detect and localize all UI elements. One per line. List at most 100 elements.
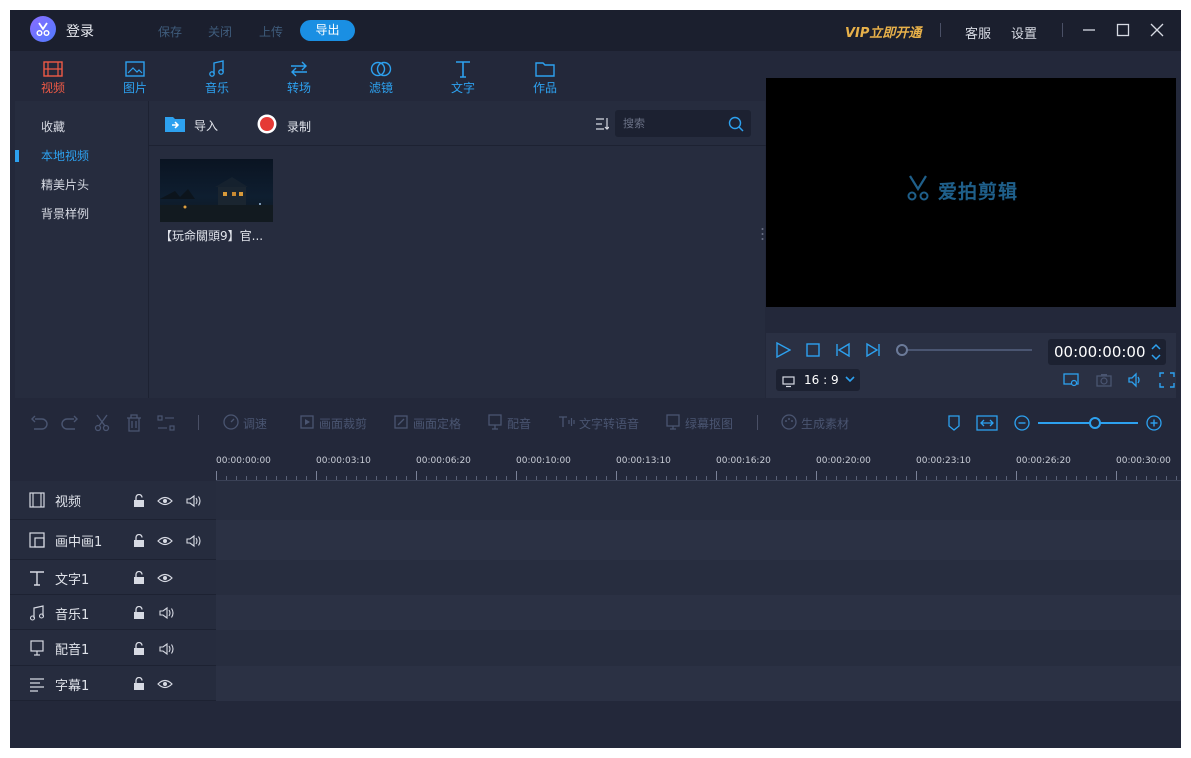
ruler-minor-tick <box>1146 476 1147 480</box>
track-header-music[interactable]: 音乐1 <box>10 595 216 630</box>
cut-icon[interactable] <box>93 414 111 432</box>
freeze-tool-button[interactable]: 画面定格 <box>393 413 461 433</box>
track-header-subtitle[interactable]: 字幕1 <box>10 666 216 701</box>
track-lane-pip[interactable] <box>216 520 1181 560</box>
nav-item-intros[interactable]: 精美片头 <box>41 176 89 193</box>
ruler-minor-tick <box>1176 476 1177 480</box>
speaker-icon[interactable] <box>159 605 175 621</box>
aspect-ratio-select[interactable]: 16 : 9 <box>776 369 860 391</box>
ruler-minor-tick <box>886 476 887 480</box>
tab-works[interactable]: 作品 <box>520 60 570 96</box>
track-lane-video[interactable] <box>216 481 1181 520</box>
eye-icon[interactable] <box>157 533 173 549</box>
lock-icon[interactable] <box>131 676 147 692</box>
crop-tool-button[interactable]: 画面裁剪 <box>299 413 367 433</box>
save-menu[interactable]: 保存 <box>158 23 182 40</box>
video-thumbnail[interactable] <box>160 159 273 222</box>
thumbnail-caption: 【玩命關頭9】官... <box>160 229 264 243</box>
track-lane-dubbing[interactable] <box>216 630 1181 666</box>
tab-filter[interactable]: 滤镜 <box>356 60 406 96</box>
eye-icon[interactable] <box>157 493 173 509</box>
zoom-slider-handle[interactable] <box>1089 417 1101 429</box>
login-link[interactable]: 登录 <box>66 21 94 41</box>
ruler-minor-tick <box>386 476 387 480</box>
speaker-icon[interactable] <box>186 493 202 509</box>
tab-video[interactable]: 视频 <box>28 60 78 96</box>
fit-timeline-icon[interactable] <box>975 414 999 432</box>
seek-handle[interactable] <box>896 344 908 356</box>
nav-item-local-video[interactable]: 本地视频 <box>41 147 89 164</box>
export-button[interactable]: 导出 <box>300 20 355 41</box>
tab-text[interactable]: 文字 <box>438 60 488 96</box>
close-icon[interactable] <box>1147 20 1167 40</box>
delete-icon[interactable] <box>125 414 143 432</box>
zoom-out-icon[interactable] <box>1013 414 1031 432</box>
snapshot-icon[interactable] <box>1095 371 1113 389</box>
image-icon <box>110 60 160 78</box>
ruler-minor-tick <box>1086 476 1087 480</box>
speaker-icon[interactable] <box>186 533 202 549</box>
settings-link[interactable]: 设置 <box>1011 23 1037 42</box>
prev-frame-icon[interactable] <box>834 341 852 359</box>
search-icon[interactable] <box>728 116 744 136</box>
zoom-in-icon[interactable] <box>1145 414 1163 432</box>
track-header-text[interactable]: 文字1 <box>10 560 216 595</box>
timecode-spinner-icon[interactable] <box>1150 342 1162 370</box>
next-frame-icon[interactable] <box>864 341 882 359</box>
lock-icon[interactable] <box>131 641 147 657</box>
fullscreen-icon[interactable] <box>1158 371 1176 389</box>
ruler-minor-tick <box>266 476 267 480</box>
ruler-corner <box>10 443 216 481</box>
record-button[interactable]: 录制 <box>257 114 311 138</box>
screen-settings-icon[interactable] <box>1062 371 1080 389</box>
maximize-icon[interactable] <box>1113 20 1133 40</box>
lock-icon[interactable] <box>131 533 147 549</box>
eye-icon[interactable] <box>157 570 173 586</box>
panel-resize-handle[interactable] <box>761 226 764 245</box>
track-header-pip[interactable]: 画中画1 <box>10 520 216 560</box>
search-input[interactable] <box>623 115 723 132</box>
close-menu[interactable]: 关闭 <box>208 23 232 40</box>
tab-image[interactable]: 图片 <box>110 60 160 96</box>
volume-icon[interactable] <box>1126 371 1144 389</box>
nav-item-favorites[interactable]: 收藏 <box>41 118 65 135</box>
service-link[interactable]: 客服 <box>965 23 991 42</box>
track-name: 字幕1 <box>55 679 90 694</box>
vip-link[interactable]: VIP立即开通 <box>845 22 921 41</box>
undo-icon[interactable] <box>30 414 48 432</box>
speed-tool-button[interactable]: 调速 <box>223 413 267 433</box>
track-lane-subtitle[interactable] <box>216 666 1181 701</box>
eye-icon[interactable] <box>157 676 173 692</box>
dubbing-tool-button[interactable]: 配音 <box>487 413 531 433</box>
marker-icon[interactable] <box>945 414 963 432</box>
split-tracks-icon[interactable] <box>157 414 175 432</box>
tab-transition[interactable]: 转场 <box>274 60 324 96</box>
nav-item-backgrounds[interactable]: 背景样例 <box>41 205 89 222</box>
minimize-icon[interactable] <box>1079 20 1099 40</box>
track-lane-music[interactable] <box>216 595 1181 630</box>
tts-tool-button[interactable]: 文字转语音 <box>557 413 639 433</box>
tab-music[interactable]: 音乐 <box>192 60 242 96</box>
speaker-icon[interactable] <box>159 641 175 657</box>
upload-menu[interactable]: 上传 <box>259 23 283 40</box>
stop-icon[interactable] <box>804 341 822 359</box>
track-lane-text[interactable] <box>216 560 1181 595</box>
lock-icon[interactable] <box>131 570 147 586</box>
seek-bar[interactable] <box>898 349 1032 351</box>
timecode-display[interactable]: 00:00:00:00 <box>1048 339 1166 365</box>
track-header-video[interactable]: 视频 <box>10 481 216 520</box>
lock-icon[interactable] <box>131 493 147 509</box>
zoom-slider[interactable] <box>1038 422 1138 424</box>
track-header-dubbing[interactable]: 配音1 <box>10 630 216 666</box>
speed-icon <box>223 413 239 433</box>
sort-icon[interactable] <box>595 116 610 135</box>
import-button[interactable]: 导入 <box>165 115 218 136</box>
timeline-ruler[interactable]: 00:00:00:00 00:00:03:10 00:00:06:20 00:00:1… <box>216 443 1181 481</box>
lock-icon[interactable] <box>131 605 147 621</box>
chroma-key-tool-button[interactable]: 绿幕抠图 <box>665 413 733 433</box>
play-icon[interactable] <box>774 341 792 359</box>
redo-icon[interactable] <box>61 414 79 432</box>
tab-label: 文字 <box>450 81 475 95</box>
generate-material-button[interactable]: 生成素材 <box>781 413 849 433</box>
ruler-minor-tick <box>286 476 287 480</box>
